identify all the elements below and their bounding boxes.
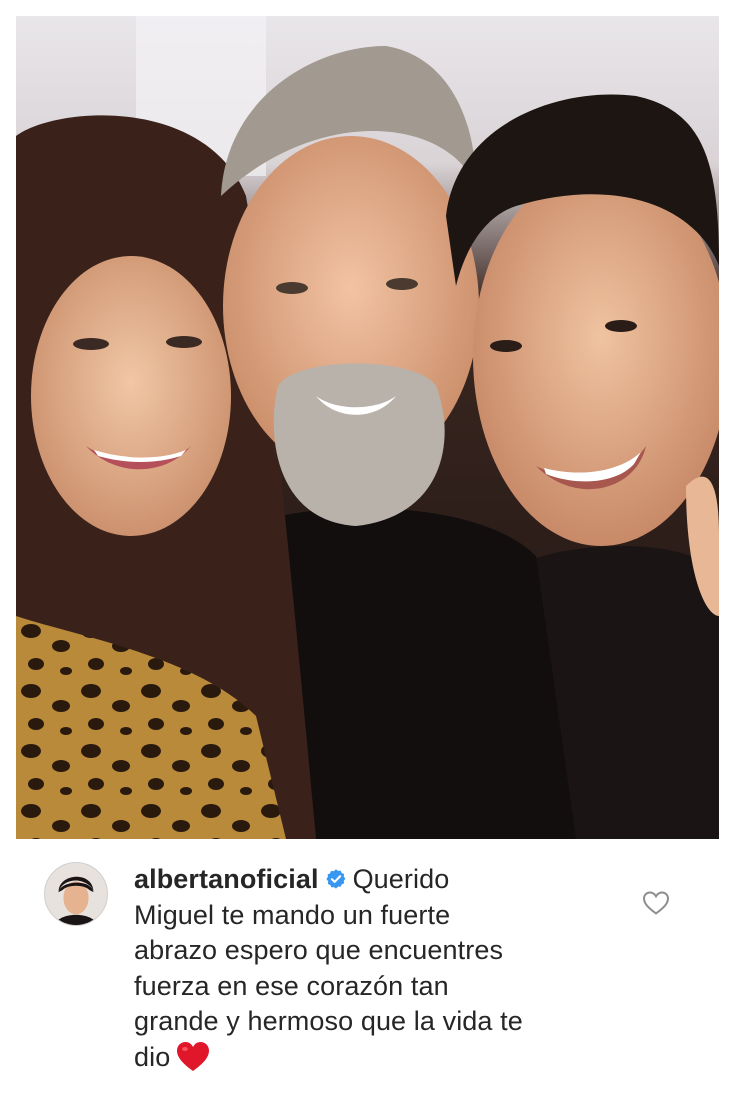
comment: albertanoficial Querido Miguel te mando un… [44, 862, 694, 1082]
verified-badge-icon [325, 868, 347, 890]
heart-outline-icon [642, 891, 670, 915]
comment-line-5: grande y hermoso que la vida te [134, 1006, 523, 1036]
post-photo [16, 16, 719, 839]
red-heart-emoji-icon [176, 1041, 210, 1073]
comment-line-6: dio [134, 1041, 171, 1072]
comment-line-2: Miguel te mando un fuerte [134, 899, 451, 930]
comment-body: albertanoficial Querido Miguel te mando un… [134, 862, 634, 1075]
comment-username[interactable]: albertanoficial [134, 864, 319, 894]
comment-line-1: Querido [352, 864, 450, 894]
like-comment-button[interactable] [642, 890, 670, 916]
comment-line-3: abrazo espero que encuentres [134, 935, 504, 965]
comment-line-4: fuerza en ese corazón tan [134, 970, 449, 1001]
commenter-avatar[interactable] [44, 862, 108, 926]
